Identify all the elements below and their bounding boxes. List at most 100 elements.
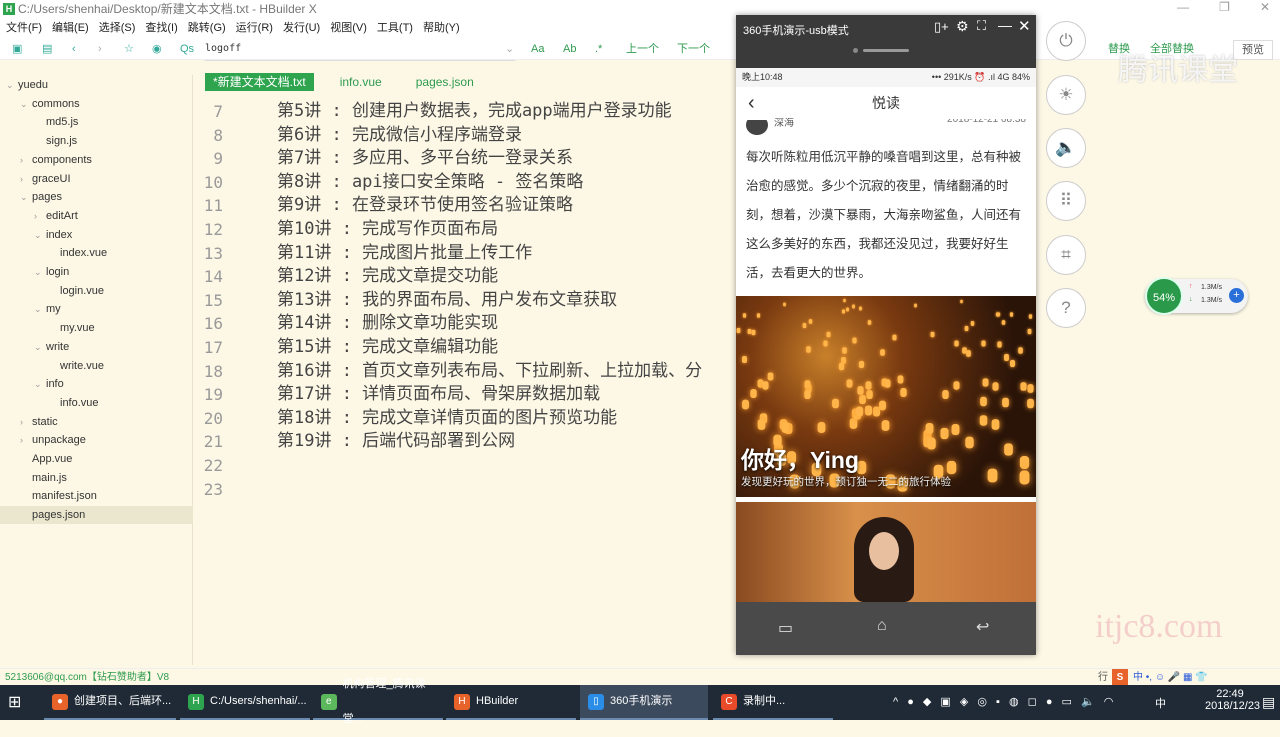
- notification-icon[interactable]: ▤: [1262, 694, 1275, 711]
- minimize-button[interactable]: —: [1177, 0, 1189, 14]
- line-number: 7: [213, 102, 223, 121]
- tree-item[interactable]: manifest.json: [0, 487, 97, 505]
- taskbar-item[interactable]: C 录制中...: [713, 685, 833, 720]
- tree-item-label: static: [32, 415, 58, 428]
- star-icon[interactable]: ☆: [124, 38, 134, 60]
- menu-item[interactable]: 视图(V): [330, 18, 367, 38]
- new-file-icon[interactable]: ▣: [12, 38, 22, 60]
- tree-item[interactable]: info.vue: [0, 394, 99, 412]
- lantern: [736, 328, 741, 334]
- menu-item[interactable]: 帮助(Y): [423, 18, 460, 38]
- tree-item[interactable]: ⌄ write: [0, 338, 69, 356]
- volume-button[interactable]: 🔈: [1046, 128, 1086, 168]
- tree-item[interactable]: ⌄ yuedu: [0, 76, 48, 94]
- back-icon[interactable]: ‹: [72, 38, 76, 60]
- screenshot-crop-button[interactable]: ⌗: [1046, 235, 1086, 275]
- tree-item[interactable]: md5.js: [0, 113, 78, 131]
- tree-item[interactable]: › unpackage: [0, 431, 86, 449]
- tree-item[interactable]: sign.js: [0, 132, 77, 150]
- tree-item[interactable]: › components: [0, 151, 92, 169]
- maximize-button[interactable]: ❐: [1219, 0, 1230, 14]
- minimize-icon[interactable]: —: [998, 17, 1012, 33]
- run-icon[interactable]: ◉: [152, 38, 162, 60]
- menu-item[interactable]: 工具(T): [377, 18, 413, 38]
- ime-toolbar[interactable]: 中 •, ☺ 🎤 ▦ 👕: [1133, 669, 1208, 686]
- lantern: [867, 320, 872, 325]
- drag-handle[interactable]: [863, 49, 909, 52]
- menu-item[interactable]: 文件(F): [6, 18, 42, 38]
- editor-tab[interactable]: info.vue: [332, 73, 390, 91]
- plus-icon[interactable]: +: [1229, 288, 1244, 303]
- back-icon[interactable]: ‹: [748, 87, 755, 120]
- prev-match-button[interactable]: 上一个: [626, 38, 659, 60]
- home-icon[interactable]: ⌂: [877, 617, 887, 635]
- lantern: [850, 418, 858, 429]
- line-text: 第14讲 : 删除文章功能实现: [277, 313, 499, 334]
- next-match-button[interactable]: 下一个: [677, 38, 710, 60]
- search-input[interactable]: logoff: [205, 38, 515, 61]
- portrait-photo[interactable]: [736, 502, 1036, 602]
- tree-item[interactable]: login.vue: [0, 282, 104, 300]
- fullscreen-icon[interactable]: ⛶: [977, 18, 986, 34]
- windows-taskbar: ⊞ ● 创建项目、后端环... H C:/Users/shenhai/... e 机构管理…: [0, 678, 1280, 725]
- start-button[interactable]: ⊞: [0, 685, 44, 720]
- tree-item[interactable]: › graceUI: [0, 170, 71, 188]
- tree-item[interactable]: ⌄ index: [0, 226, 72, 244]
- lantern-banner-image[interactable]: 你好，Ying 发现更好玩的世界，预订独一无二的旅行体验: [736, 296, 1036, 497]
- editor-tab[interactable]: pages.json: [408, 73, 482, 91]
- menu-item[interactable]: 跳转(G): [188, 18, 226, 38]
- editor-tab[interactable]: *新建文本文档.txt: [205, 73, 314, 91]
- network-speed-widget[interactable]: 54% 1.3M/s 1.3M/s ↑ ↓ +: [1145, 277, 1248, 315]
- regex-button[interactable]: .*: [595, 38, 602, 60]
- nav-title: 悦读: [872, 95, 900, 111]
- search-dropdown-icon[interactable]: ⌄: [505, 38, 514, 60]
- tree-item[interactable]: ⌄ login: [0, 263, 69, 281]
- keypad-button[interactable]: ⠿: [1046, 181, 1086, 221]
- taskbar-item[interactable]: ▯ 360手机演示: [580, 685, 708, 720]
- close-button[interactable]: ✕: [1260, 0, 1270, 14]
- settings-icon[interactable]: ⚙: [956, 18, 969, 35]
- tree-item[interactable]: ⌄ commons: [0, 95, 80, 113]
- tree-item[interactable]: ⌄ info: [0, 375, 64, 393]
- taskbar-item[interactable]: ● 创建项目、后端环...: [44, 685, 176, 720]
- tree-item[interactable]: › editArt: [0, 207, 78, 225]
- menu-item[interactable]: 编辑(E): [52, 18, 89, 38]
- match-case-button[interactable]: Aa: [531, 38, 544, 60]
- sogou-ime-icon[interactable]: S: [1112, 669, 1128, 686]
- tree-item[interactable]: index.vue: [0, 244, 107, 262]
- save-icon[interactable]: ▤: [42, 38, 52, 60]
- tree-item[interactable]: ⌄ pages: [0, 188, 62, 206]
- close-icon[interactable]: ✕: [1018, 17, 1031, 35]
- lantern: [992, 381, 999, 391]
- taskbar-item[interactable]: e 机构管理_腾讯课堂...: [313, 678, 443, 725]
- menu-item[interactable]: 运行(R): [236, 18, 273, 38]
- tree-item[interactable]: App.vue: [0, 450, 72, 468]
- brightness-button[interactable]: ☀: [1046, 75, 1086, 115]
- pin-icon[interactable]: ▯+: [934, 19, 949, 35]
- lantern: [966, 350, 972, 357]
- ime-indicator[interactable]: 中: [1155, 695, 1166, 711]
- taskbar-item[interactable]: H C:/Users/shenhai/...: [180, 685, 310, 720]
- whole-word-button[interactable]: Ab: [563, 38, 576, 60]
- menu-item[interactable]: 选择(S): [99, 18, 136, 38]
- tree-item[interactable]: main.js: [0, 469, 67, 487]
- power-button[interactable]: ⏻: [1046, 21, 1086, 61]
- return-icon[interactable]: ↩: [976, 617, 989, 637]
- tree-item[interactable]: write.vue: [0, 357, 104, 375]
- tree-item[interactable]: ⌄ my: [0, 300, 61, 318]
- preview-button[interactable]: 预览: [1233, 40, 1273, 60]
- tree-item[interactable]: pages.json: [0, 506, 193, 525]
- taskbar-item[interactable]: H HBuilder: [446, 685, 576, 720]
- tree-item[interactable]: › static: [0, 413, 58, 431]
- phone-mirror-window: 360手机演示-usb模式 ▯+ ⚙ ⛶ — ✕ 晚上10:48 ••• 291…: [736, 15, 1036, 655]
- account-info[interactable]: 5213606@qq.com【钻石赞助者】V8: [5, 672, 169, 683]
- forward-icon[interactable]: ›: [98, 38, 102, 60]
- system-tray-icons[interactable]: ^ ● ◆ ▣ ◈ ◎ ▪ ◍ ◻ ● ▭ 🔈 ◠: [893, 695, 1116, 708]
- clock[interactable]: 22:49 2018/12/23: [1205, 688, 1260, 712]
- menu-item[interactable]: 查找(I): [145, 18, 177, 38]
- lantern: [802, 322, 807, 328]
- help-button[interactable]: ?: [1046, 288, 1086, 328]
- menu-item[interactable]: 发行(U): [283, 18, 320, 38]
- recent-apps-icon[interactable]: ▭: [778, 618, 793, 638]
- tree-item[interactable]: my.vue: [0, 319, 95, 337]
